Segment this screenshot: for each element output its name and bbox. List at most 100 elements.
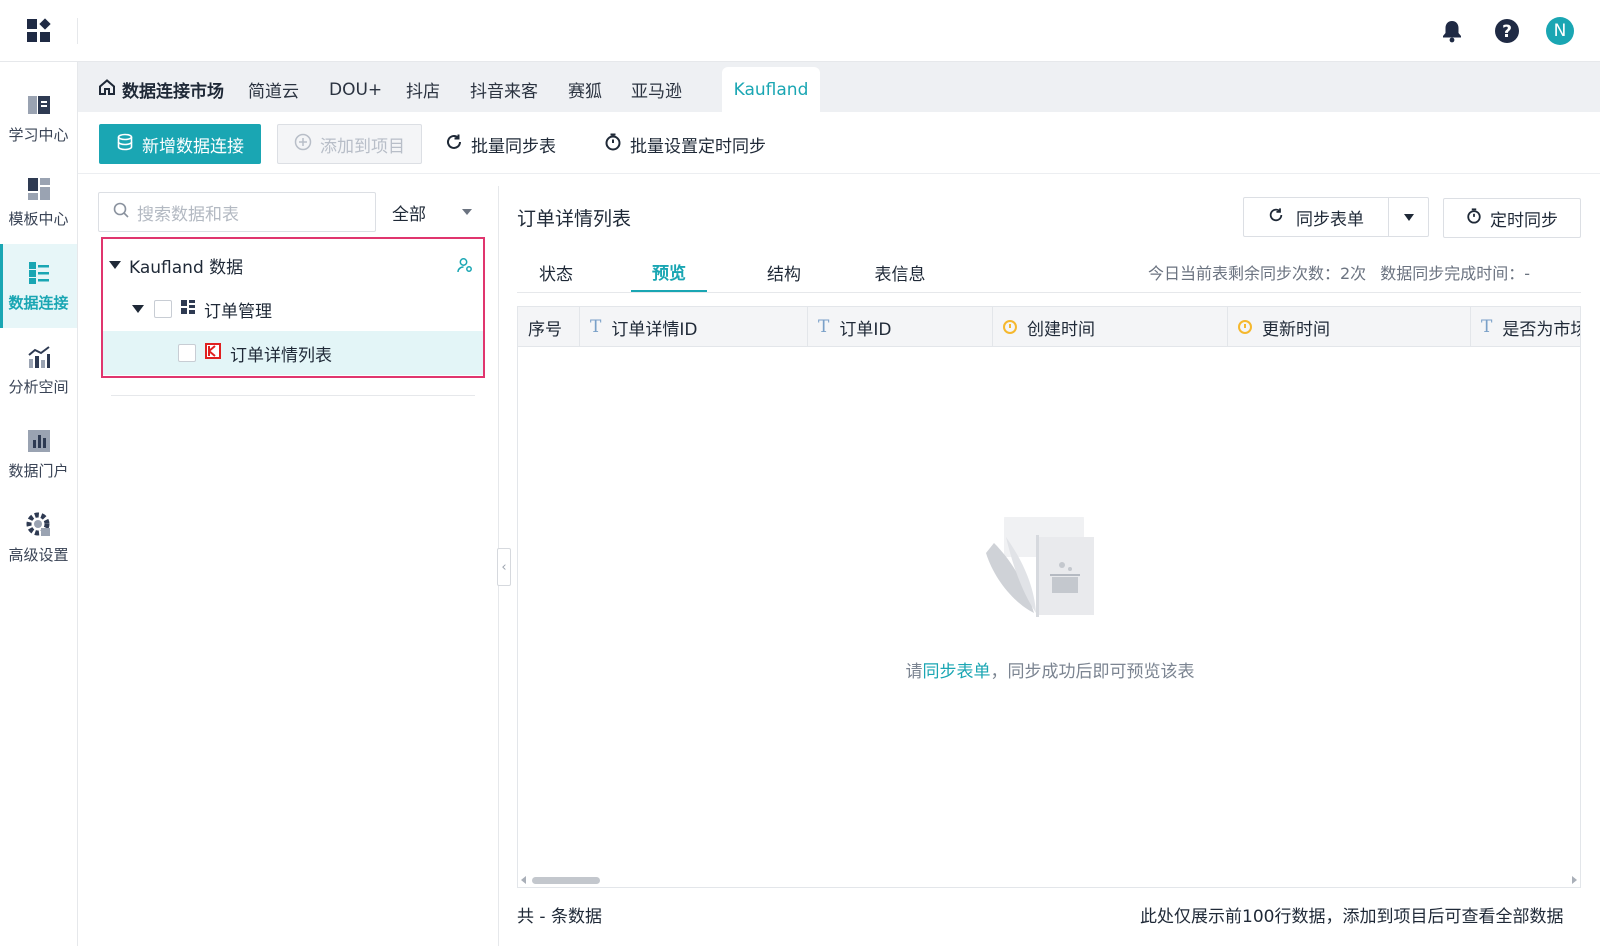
column-label: 序号 [528,319,562,340]
sync-finish-time: 数据同步完成时间：- [1380,264,1530,283]
nav-item-template[interactable]: 模板中心 [0,160,77,244]
sync-info: 今日当前表剩余同步次数：2次 数据同步完成时间：- [1148,252,1530,292]
avatar[interactable]: N [1546,17,1574,45]
tree-group-row[interactable]: 订单管理 [103,287,483,331]
scrollbar-thumb[interactable] [532,877,600,884]
nav-label: 学习中心 [8,125,69,144]
refresh-icon [445,133,463,156]
folder-grid-icon [180,299,196,320]
scroll-left-icon[interactable] [521,876,526,884]
schedule-sync-button[interactable]: 定时同步 [1443,198,1581,238]
remaining-sync-count: 今日当前表剩余同步次数：2次 [1148,264,1367,283]
template-icon [26,176,52,202]
text-type-icon: T [590,317,602,337]
column-header[interactable]: T 订单详情ID [580,307,808,347]
nav-item-portal[interactable]: 数据门户 [0,412,77,496]
nav-item-data-connect[interactable]: 数据连接 [0,244,77,328]
collapse-panel-button[interactable]: ‹ [497,548,511,586]
tab-table-info[interactable]: 表信息 [857,252,943,292]
chevron-left-icon: ‹ [501,559,507,575]
row-count: 共 - 条数据 [517,907,602,927]
tab-status[interactable]: 状态 [517,252,595,292]
caret-down-icon[interactable] [132,305,144,313]
tab-kaufland[interactable]: Kaufland [722,67,820,112]
empty-prefix: 请 [905,662,923,682]
tab-amazon[interactable]: 亚马逊 [617,67,696,112]
group-checkbox[interactable] [154,300,172,318]
database-icon [116,133,134,156]
tab-doudian[interactable]: 抖店 [392,67,454,112]
nav-item-learning[interactable]: 学习中心 [0,76,77,160]
column-label: 是否为市场 [1502,319,1581,340]
horizontal-scrollbar[interactable] [518,873,1580,887]
batch-schedule-button[interactable]: 批量设置定时同步 [604,124,766,164]
column-header[interactable]: 创建时间 [993,307,1228,347]
column-label: 订单ID [839,319,892,340]
column-header[interactable]: 序号 [518,307,580,347]
user-settings-icon[interactable] [457,257,473,278]
sync-form-link[interactable]: 同步表单 [923,662,991,682]
scroll-right-icon[interactable] [1572,876,1577,884]
empty-suffix: ，同步成功后即可预览该表 [990,662,1195,682]
column-header[interactable]: T 是否为市场 [1471,307,1581,347]
tab-market-home[interactable]: 数据连接市场 [84,67,238,112]
tab-dou-plus[interactable]: DOU+ [315,67,396,112]
button-label: 批量设置定时同步 [630,136,766,157]
tree-table-row[interactable]: 订单详情列表 [103,331,483,375]
connector-tabs: 数据连接市场 简道云 DOU+ 抖店 抖音来客 赛狐 亚马逊 Kaufland [78,62,1600,112]
search-input[interactable]: 搜索数据和表 [98,192,376,232]
tree-group-label: 订单管理 [204,301,272,322]
caret-down-icon[interactable] [109,261,121,269]
filter-select[interactable]: 全部 [376,192,486,232]
button-label: 定时同步 [1490,210,1558,231]
nav-label: 分析空间 [8,377,69,396]
divider [111,395,475,396]
tab-preview[interactable]: 预览 [631,252,707,292]
nav-item-settings[interactable]: 高级设置 [0,496,77,580]
search-icon [113,202,129,223]
column-label: 订单详情ID [611,319,698,340]
tree-root-row[interactable]: Kaufland 数据 [103,243,483,287]
batch-sync-button[interactable]: 批量同步表 [445,124,556,164]
grid-header: 序号 T 订单详情ID T 订单ID 创建时间 更新时间 T 是否为市场 [518,307,1581,347]
tab-douyin-laike[interactable]: 抖音来客 [456,67,552,112]
add-connection-button[interactable]: 新增数据连接 [99,124,261,164]
tab-jiandaoyun[interactable]: 简道云 [234,67,313,112]
empty-state-message: 请同步表单，同步成功后即可预览该表 [518,657,1580,682]
button-label: 批量同步表 [471,136,556,157]
tree-highlight-box: Kaufland 数据 订单管理 订单详情列表 [101,237,485,378]
add-to-project-button[interactable]: 添加到项目 [277,124,422,164]
home-icon [98,78,116,101]
table-checkbox[interactable] [178,344,196,362]
tab-structure[interactable]: 结构 [745,252,823,292]
clock-type-icon [1003,320,1017,334]
top-divider [77,18,78,44]
column-label: 创建时间 [1027,319,1095,340]
caret-down-icon [1403,213,1414,221]
nav-label: 数据门户 [8,461,69,480]
help-icon[interactable]: ? [1492,16,1522,46]
settings-icon [26,512,52,538]
top-bar: ? N [0,0,1600,62]
tab-saihu[interactable]: 赛狐 [554,67,616,112]
column-header[interactable]: 更新时间 [1228,307,1471,347]
sync-form-button[interactable]: 同步表单 [1244,198,1388,236]
text-type-icon: T [1481,317,1493,337]
column-header[interactable]: T 订单ID [808,307,993,347]
timer-icon [1466,207,1482,229]
book-icon [26,92,52,118]
bell-icon[interactable] [1437,16,1467,46]
app-grid-icon[interactable] [26,18,52,44]
nav-item-analysis[interactable]: 分析空间 [0,328,77,412]
button-label: 新增数据连接 [142,136,244,157]
text-type-icon: T [818,317,830,337]
sync-split-button: 同步表单 [1243,197,1429,237]
sync-dropdown-button[interactable] [1388,198,1428,236]
timer-icon [604,133,622,156]
analysis-icon [26,344,52,370]
button-label: 同步表单 [1296,209,1364,230]
nav-label: 数据连接 [8,293,69,312]
refresh-icon [1268,207,1284,228]
column-label: 更新时间 [1262,319,1330,340]
chevron-down-icon [462,209,472,215]
